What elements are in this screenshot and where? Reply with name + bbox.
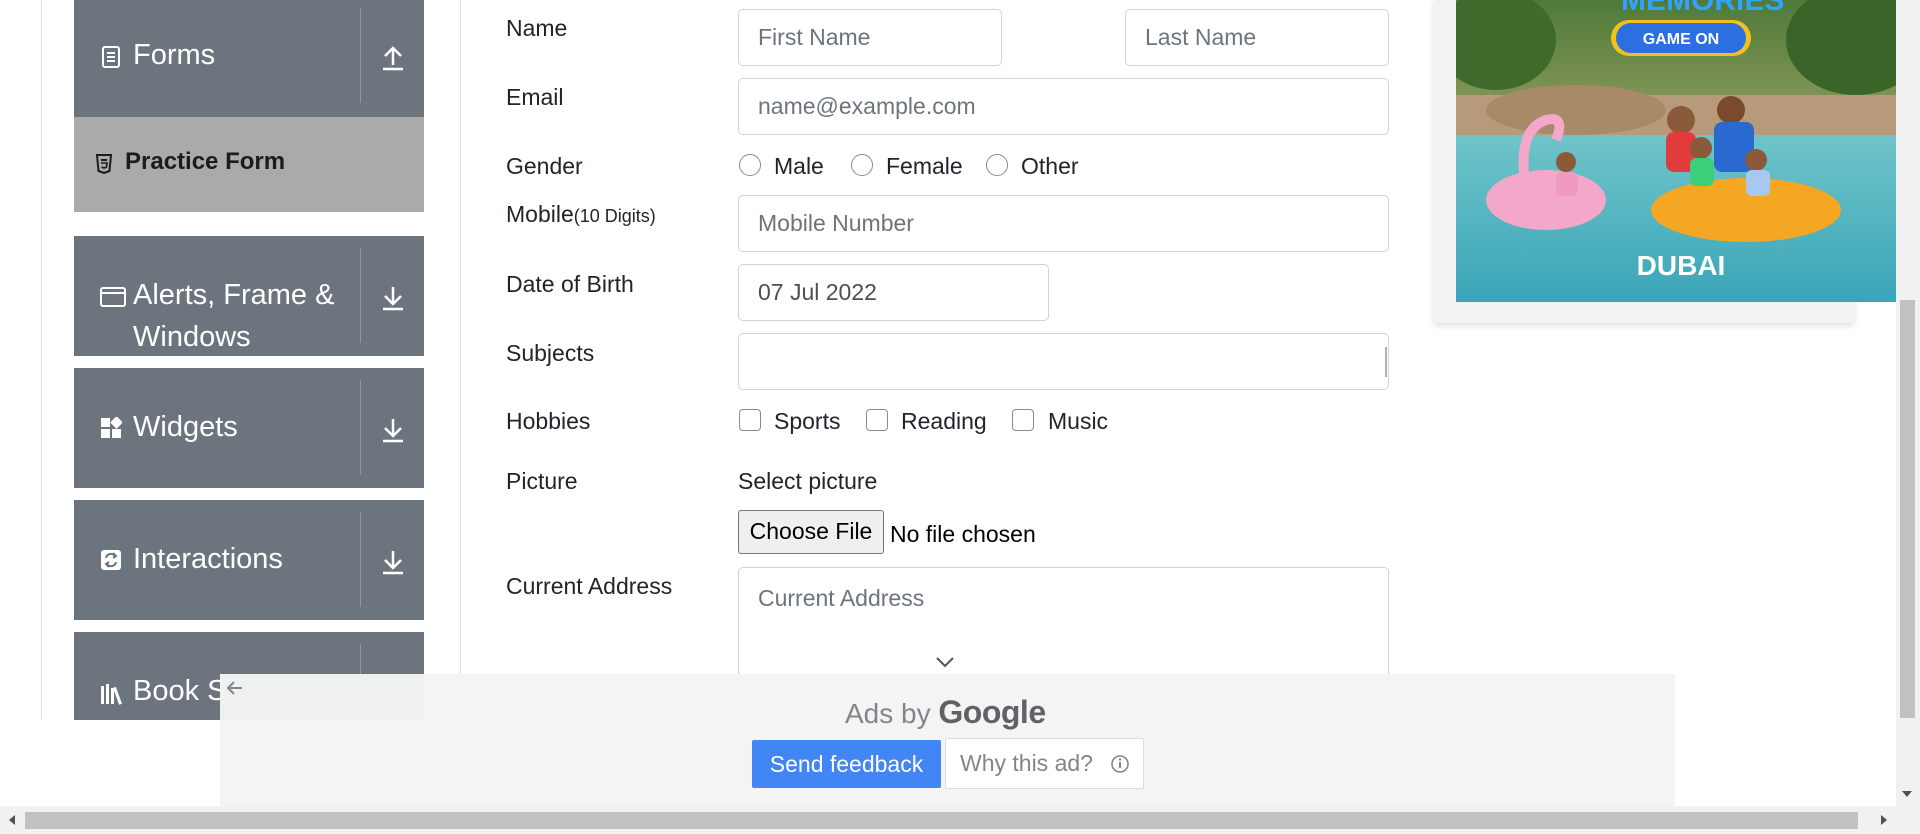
widgets-icon — [101, 417, 122, 438]
mobile-label-text: Mobile — [506, 201, 574, 227]
ad-image[interactable]: MEMORIES GAME ON DUBAI — [1456, 0, 1896, 302]
gender-other-label[interactable]: Other — [1021, 152, 1079, 180]
dubai-ad-image: MEMORIES GAME ON DUBAI — [1456, 0, 1896, 302]
email-label: Email — [506, 84, 564, 110]
gender-label: Gender — [506, 153, 583, 179]
document-icon — [102, 46, 120, 68]
google-logo: Google — [938, 694, 1046, 730]
mobile-input[interactable]: Mobile Number — [738, 195, 1389, 252]
sidebar-group-label-line2: Windows — [133, 321, 251, 353]
hobbies-label: Hobbies — [506, 408, 591, 434]
subjects-input-edge — [1385, 347, 1387, 377]
sidebar-left-border — [41, 0, 42, 720]
sidebar-group-label: Forms — [133, 39, 216, 71]
gender-male-radio[interactable] — [739, 154, 761, 176]
group-separator — [360, 248, 361, 343]
sidebar-group-label: Book S — [133, 675, 227, 707]
ad-game-on-button: GAME ON — [1643, 31, 1719, 48]
name-label: Name — [506, 15, 568, 41]
gender-other-radio[interactable] — [986, 154, 1008, 176]
scroll-left-icon[interactable] — [6, 813, 18, 827]
group-separator — [360, 512, 361, 607]
dob-label: Date of Birth — [506, 271, 634, 297]
ad-brand: DUBAI — [1637, 250, 1726, 281]
back-arrow-icon[interactable] — [226, 680, 244, 696]
books-icon — [101, 684, 122, 705]
no-file-chosen-text: No file chosen — [890, 521, 1036, 547]
sidebar-group-interactions[interactable]: Interactions — [74, 500, 424, 620]
sidebar-item-practice-form[interactable]: Practice Form — [74, 117, 424, 212]
sidebar-group-widgets[interactable]: Widgets — [74, 368, 424, 488]
why-this-ad-label: Why this ad? — [960, 750, 1093, 776]
scroll-right-icon[interactable] — [1878, 813, 1890, 827]
group-separator — [360, 8, 361, 103]
hobby-reading-label[interactable]: Reading — [901, 407, 987, 435]
current-address-label: Current Address — [506, 573, 673, 599]
subjects-input[interactable] — [738, 333, 1389, 390]
hobby-sports-label[interactable]: Sports — [774, 407, 840, 435]
why-this-ad-button[interactable]: Why this ad? — [945, 738, 1144, 789]
gender-male-label[interactable]: Male — [774, 152, 824, 180]
arrow-down-icon[interactable] — [379, 284, 407, 312]
scroll-down-icon[interactable] — [1900, 788, 1914, 800]
email-input[interactable]: name@example.com — [738, 78, 1389, 135]
ads-by-text: Ads by — [845, 698, 931, 729]
first-name-input[interactable]: First Name — [738, 9, 1002, 66]
sidebar-group-label: Interactions — [133, 543, 283, 575]
html-file-icon — [96, 154, 112, 174]
select-picture-label: Select picture — [738, 468, 878, 494]
hobby-sports-checkbox[interactable] — [739, 409, 761, 431]
arrow-up-icon[interactable] — [379, 44, 407, 72]
choose-file-button[interactable]: Choose File — [738, 510, 884, 554]
last-name-input[interactable]: Last Name — [1125, 9, 1389, 66]
sidebar-group-alerts[interactable]: Alerts, Frame & Windows — [74, 236, 424, 356]
arrow-down-icon[interactable] — [379, 548, 407, 576]
mobile-hint: (10 Digits) — [573, 206, 656, 226]
content-divider — [460, 0, 461, 675]
subjects-label: Subjects — [506, 340, 595, 366]
interactions-icon — [101, 550, 121, 570]
arrow-down-icon[interactable] — [379, 416, 407, 444]
chevron-down-icon[interactable] — [935, 655, 955, 669]
mobile-label: Mobile(10 Digits) — [506, 200, 656, 230]
hobby-reading-checkbox[interactable] — [866, 409, 888, 431]
horizontal-scrollbar-thumb[interactable] — [25, 812, 1858, 829]
ad-headline: MEMORIES — [1621, 0, 1784, 17]
info-icon — [1111, 755, 1129, 773]
picture-label: Picture — [506, 468, 578, 494]
sidebar-group-label-line1: Alerts, Frame & — [133, 279, 335, 311]
hobby-music-label[interactable]: Music — [1048, 407, 1108, 435]
browser-window-icon — [100, 287, 126, 307]
send-feedback-button[interactable]: Send feedback — [752, 740, 941, 788]
sidebar-item-label: Practice Form — [125, 148, 286, 175]
ads-by-google: Ads by Google — [845, 694, 1046, 731]
vertical-scrollbar-thumb[interactable] — [1900, 300, 1915, 718]
gender-female-label[interactable]: Female — [886, 152, 963, 180]
gender-female-radio[interactable] — [851, 154, 873, 176]
current-address-textarea[interactable]: Current Address — [738, 567, 1389, 687]
dob-input[interactable]: 07 Jul 2022 — [738, 264, 1049, 321]
sidebar-group-forms[interactable]: Forms — [74, 0, 424, 117]
group-separator — [360, 380, 361, 475]
sidebar-group-label: Widgets — [133, 411, 238, 443]
hobby-music-checkbox[interactable] — [1012, 409, 1034, 431]
